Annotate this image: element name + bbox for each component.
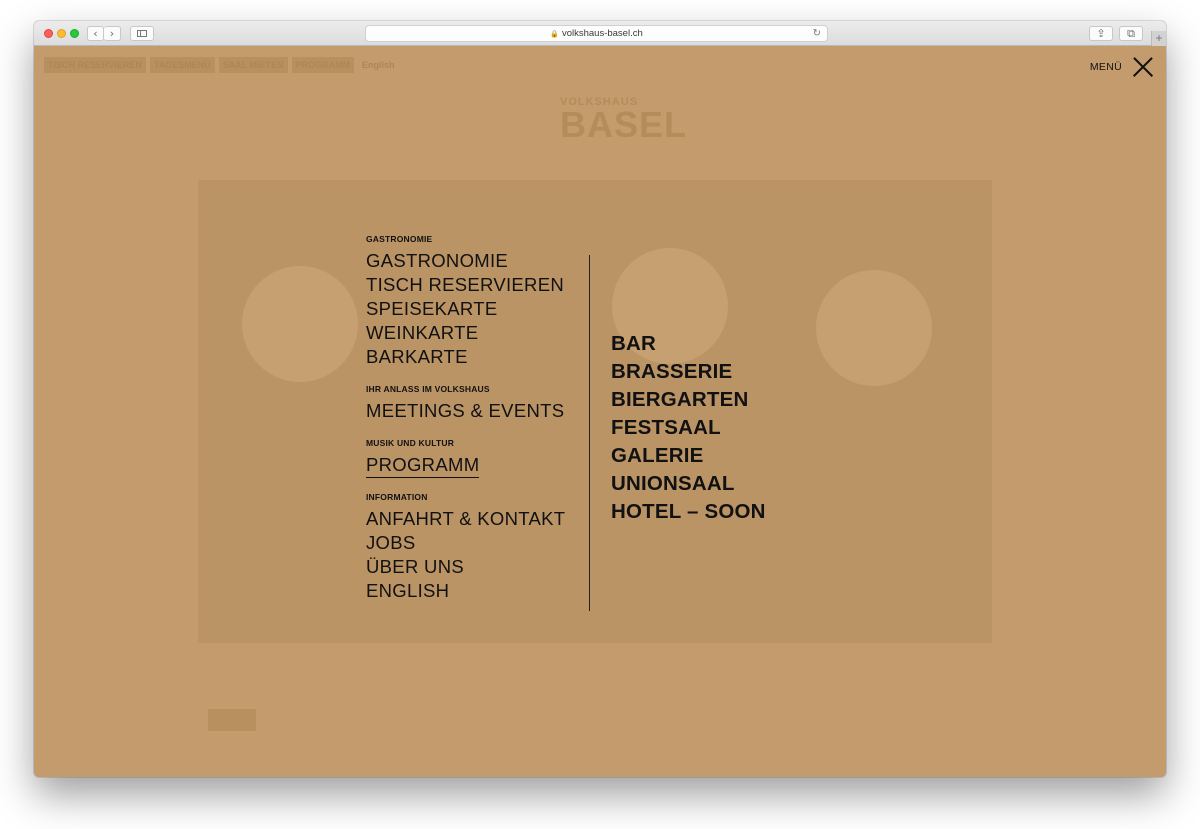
menu-link-gastronomie[interactable]: GASTRONOMIE	[366, 249, 565, 273]
close-window-button[interactable]	[44, 29, 53, 38]
page-overlay: TISCH RESERVIEREN TAGESMENÜ SAAL MIETEN …	[34, 46, 1166, 777]
menu-label: MENÜ	[1089, 61, 1122, 73]
background-logo: VOLKSHAUS BASEL	[560, 96, 688, 145]
background-nav-item: TAGESMENÜ	[149, 57, 215, 73]
plus-icon: +	[1155, 31, 1163, 45]
menu-group-musik-kultur: MUSIK UND KULTUR PROGRAMM	[366, 438, 565, 478]
background-nav-item: SAAL MIETEN	[218, 57, 288, 73]
venue-link-festsaal[interactable]: FESTSAAL	[611, 414, 766, 442]
menu-group-title: GASTRONOMIE	[366, 234, 433, 244]
browser-window: ‹ › 🔒 volkshaus-basel.ch ↻ ⇪ ⧉ + TISCH RE…	[34, 21, 1166, 777]
menu-link-programm[interactable]: PROGRAMM	[366, 453, 565, 478]
menu-link-weinkarte[interactable]: WEINKARTE	[366, 321, 565, 345]
chevron-left-icon: ‹	[93, 27, 98, 40]
background-disc	[242, 266, 358, 382]
lock-icon: 🔒	[550, 31, 559, 38]
menu-group-title: IHR ANLASS IM VOLKSHAUS	[366, 384, 490, 394]
menu-link-meetings-events[interactable]: MEETINGS & EVENTS	[366, 399, 565, 423]
sidebar-toggle-button[interactable]	[130, 26, 154, 41]
reload-icon[interactable]: ↻	[813, 26, 821, 41]
menu-link-programm-label: PROGRAMM	[366, 454, 480, 478]
venue-link-galerie[interactable]: GALERIE	[611, 442, 766, 470]
chevron-right-icon: ›	[109, 27, 115, 40]
venue-link-bar[interactable]: BAR	[611, 330, 766, 358]
menu-link-barkarte[interactable]: BARKARTE	[366, 345, 565, 369]
main-menu: GASTRONOMIE GASTRONOMIE TISCH RESERVIERE…	[366, 234, 565, 618]
menu-link-speisekarte[interactable]: SPEISEKARTE	[366, 297, 565, 321]
background-hero-image	[198, 180, 992, 643]
menu-link-tisch-reservieren[interactable]: TISCH RESERVIEREN	[366, 273, 565, 297]
venue-link-unionsaal[interactable]: UNIONSAAL	[611, 470, 766, 498]
show-tabs-button[interactable]: ⧉	[1119, 26, 1143, 41]
sidebar-icon	[137, 30, 147, 37]
address-url: volkshaus-basel.ch	[561, 28, 643, 39]
tabs-icon: ⧉	[1127, 27, 1135, 40]
new-tab-button[interactable]: +	[1151, 31, 1166, 46]
venue-link-brasserie[interactable]: BRASSERIE	[611, 358, 766, 386]
menu-link-anfahrt-kontakt[interactable]: ANFAHRT & KONTAKT	[366, 507, 565, 531]
share-button[interactable]: ⇪	[1089, 26, 1113, 41]
browser-toolbar: ‹ › 🔒 volkshaus-basel.ch ↻ ⇪ ⧉ +	[34, 21, 1166, 46]
menu-link-ueber-uns[interactable]: ÜBER UNS	[366, 555, 565, 579]
menu-group-gastronomie: GASTRONOMIE GASTRONOMIE TISCH RESERVIERE…	[366, 234, 565, 369]
venue-link-hotel[interactable]: HOTEL – SOON	[611, 498, 766, 526]
background-nav-item: English	[362, 60, 395, 70]
venue-link-biergarten[interactable]: BIERGARTEN	[611, 386, 766, 414]
menu-link-jobs[interactable]: JOBS	[366, 531, 565, 555]
zoom-window-button[interactable]	[70, 29, 79, 38]
minimize-window-button[interactable]	[57, 29, 66, 38]
back-button[interactable]: ‹	[87, 26, 104, 41]
background-nav-item: PROGRAMM	[291, 57, 355, 73]
close-icon[interactable]	[1132, 56, 1154, 78]
venue-list: BAR BRASSERIE BIERGARTEN FESTSAAL GALERI…	[611, 330, 766, 526]
menu-link-english[interactable]: ENGLISH	[366, 579, 565, 603]
menu-group-information: INFORMATION ANFAHRT & KONTAKT JOBS ÜBER …	[366, 492, 565, 603]
menu-group-title: MUSIK UND KULTUR	[366, 438, 455, 448]
forward-button[interactable]: ›	[104, 26, 121, 41]
menu-group-title: INFORMATION	[366, 492, 428, 502]
background-nav: TISCH RESERVIEREN TAGESMENÜ SAAL MIETEN …	[44, 57, 399, 73]
menu-divider	[589, 255, 590, 611]
background-filter-button	[208, 709, 256, 731]
background-disc	[816, 270, 932, 386]
menu-group-anlass: IHR ANLASS IM VOLKSHAUS MEETINGS & EVENT…	[366, 384, 565, 423]
background-nav-item: TISCH RESERVIEREN	[44, 57, 146, 73]
share-icon: ⇪	[1096, 27, 1106, 40]
menu-toggle[interactable]: MENÜ	[1090, 54, 1154, 80]
address-bar[interactable]: 🔒 volkshaus-basel.ch ↻	[365, 25, 828, 42]
